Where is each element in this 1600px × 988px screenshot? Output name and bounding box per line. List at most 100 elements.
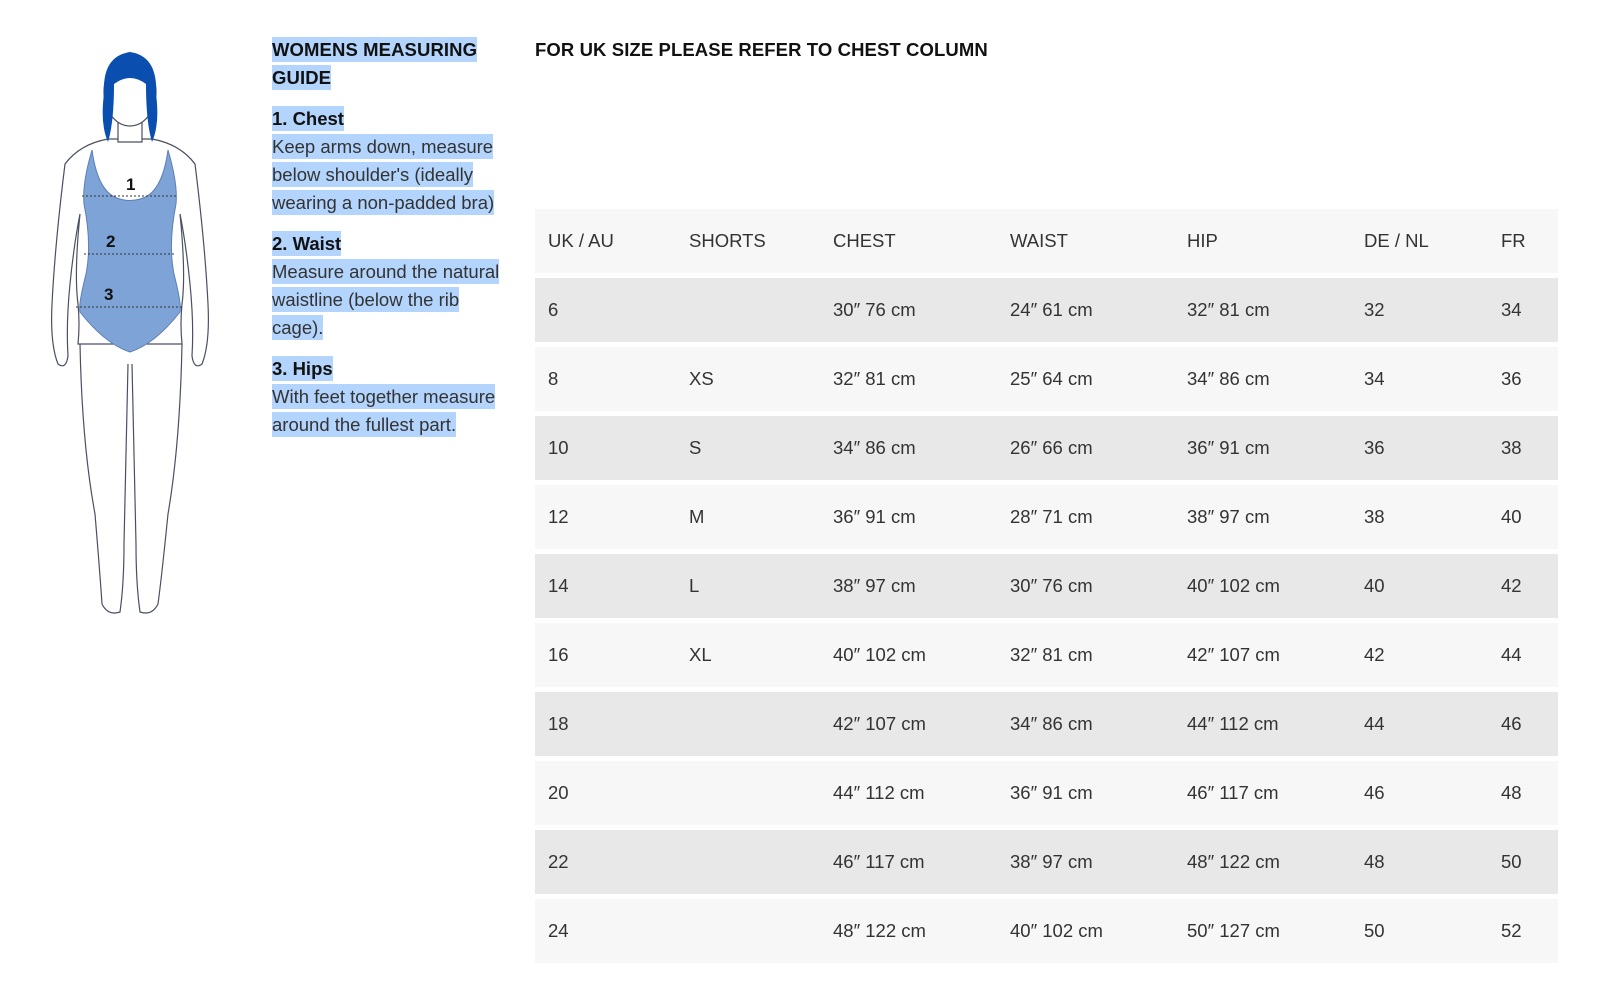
step-heading: 2. Waist (272, 231, 342, 256)
cell-hip: 50″ 127 cm (1187, 920, 1280, 941)
cell-fr: 44 (1501, 644, 1522, 665)
cell-waist: 30″ 76 cm (1010, 575, 1093, 596)
cell-uk-au: 8 (548, 368, 559, 389)
cell-uk-au: 24 (548, 920, 569, 941)
cell-shorts: XS (689, 368, 714, 389)
table-row: 18 42″ 107 cm 34″ 86 cm 44″ 112 cm 44 46 (535, 692, 1558, 756)
body-measurement-figure: 1 2 3 (40, 44, 220, 624)
cell-chest: 48″ 122 cm (833, 920, 926, 941)
cell-chest: 38″ 97 cm (833, 575, 916, 596)
cell-fr: 36 (1501, 368, 1522, 389)
header-uk-au: UK / AU (548, 230, 614, 251)
cell-fr: 40 (1501, 506, 1522, 527)
cell-waist: 38″ 97 cm (1010, 851, 1093, 872)
step-text: With feet together measure around the fu… (272, 384, 496, 437)
cell-uk-au: 16 (548, 644, 569, 665)
cell-de-nl: 44 (1364, 713, 1385, 734)
cell-hip: 36″ 91 cm (1187, 437, 1270, 458)
cell-waist: 26″ 66 cm (1010, 437, 1093, 458)
cell-hip: 48″ 122 cm (1187, 851, 1280, 872)
cell-chest: 42″ 107 cm (833, 713, 926, 734)
cell-waist: 36″ 91 cm (1010, 782, 1093, 803)
cell-fr: 34 (1501, 299, 1522, 320)
cell-fr: 50 (1501, 851, 1522, 872)
guide-title-text: WOMENS MEASURING GUIDE (272, 37, 478, 90)
table-row: 6 30″ 76 cm 24″ 61 cm 32″ 81 cm 32 34 (535, 278, 1558, 342)
cell-chest: 34″ 86 cm (833, 437, 916, 458)
table-row: 8 XS 32″ 81 cm 25″ 64 cm 34″ 86 cm 34 36 (535, 347, 1558, 411)
cell-uk-au: 22 (548, 851, 569, 872)
guide-step-hips: 3. Hips With feet together measure aroun… (272, 355, 502, 439)
cell-shorts: XL (689, 644, 712, 665)
cell-uk-au: 20 (548, 782, 569, 803)
cell-uk-au: 14 (548, 575, 569, 596)
table-row: 22 46″ 117 cm 38″ 97 cm 48″ 122 cm 48 50 (535, 830, 1558, 894)
cell-de-nl: 46 (1364, 782, 1385, 803)
cell-hip: 44″ 112 cm (1187, 713, 1279, 734)
measuring-guide: WOMENS MEASURING GUIDE 1. Chest Keep arm… (272, 36, 502, 452)
table-row: 20 44″ 112 cm 36″ 91 cm 46″ 117 cm 46 48 (535, 761, 1558, 825)
cell-de-nl: 36 (1364, 437, 1385, 458)
cell-de-nl: 48 (1364, 851, 1385, 872)
table-row: 10 S 34″ 86 cm 26″ 66 cm 36″ 91 cm 36 38 (535, 416, 1558, 480)
cell-hip: 38″ 97 cm (1187, 506, 1270, 527)
guide-step-chest: 1. Chest Keep arms down, measure below s… (272, 105, 502, 217)
table-row: 12 M 36″ 91 cm 28″ 71 cm 38″ 97 cm 38 40 (535, 485, 1558, 549)
hip-marker-label: 3 (104, 285, 113, 304)
cell-waist: 28″ 71 cm (1010, 506, 1093, 527)
step-heading: 1. Chest (272, 106, 344, 131)
table-row: 16 XL 40″ 102 cm 32″ 81 cm 42″ 107 cm 42… (535, 623, 1558, 687)
cell-de-nl: 40 (1364, 575, 1385, 596)
cell-de-nl: 32 (1364, 299, 1385, 320)
step-heading: 3. Hips (272, 356, 333, 381)
cell-chest: 46″ 117 cm (833, 851, 925, 872)
cell-hip: 32″ 81 cm (1187, 299, 1270, 320)
header-chest: CHEST (833, 230, 896, 251)
cell-de-nl: 34 (1364, 368, 1385, 389)
cell-waist: 40″ 102 cm (1010, 920, 1103, 941)
cell-chest: 36″ 91 cm (833, 506, 916, 527)
cell-de-nl: 50 (1364, 920, 1385, 941)
header-fr: FR (1501, 230, 1526, 251)
cell-waist: 25″ 64 cm (1010, 368, 1093, 389)
size-chart-table: UK / AU SHORTS CHEST WAIST HIP DE / NL F… (535, 209, 1558, 968)
cell-chest: 44″ 112 cm (833, 782, 925, 803)
cell-fr: 38 (1501, 437, 1522, 458)
table-row: 14 L 38″ 97 cm 30″ 76 cm 40″ 102 cm 40 4… (535, 554, 1558, 618)
chest-marker-label: 1 (126, 175, 135, 194)
cell-hip: 46″ 117 cm (1187, 782, 1279, 803)
cell-chest: 40″ 102 cm (833, 644, 926, 665)
cell-chest: 30″ 76 cm (833, 299, 916, 320)
cell-de-nl: 42 (1364, 644, 1385, 665)
cell-chest: 32″ 81 cm (833, 368, 916, 389)
step-text: Keep arms down, measure below shoulder's… (272, 134, 495, 215)
header-de-nl: DE / NL (1364, 230, 1429, 251)
cell-uk-au: 10 (548, 437, 569, 458)
female-body-illustration: 1 2 3 (51, 52, 209, 614)
uk-size-note: FOR UK SIZE PLEASE REFER TO CHEST COLUMN (535, 39, 988, 60)
table-header-row: UK / AU SHORTS CHEST WAIST HIP DE / NL F… (535, 209, 1558, 273)
header-shorts: SHORTS (689, 230, 766, 251)
cell-fr: 52 (1501, 920, 1522, 941)
cell-fr: 46 (1501, 713, 1522, 734)
cell-shorts: S (689, 437, 702, 458)
cell-de-nl: 38 (1364, 506, 1385, 527)
cell-waist: 32″ 81 cm (1010, 644, 1093, 665)
cell-shorts: L (689, 575, 700, 596)
cell-waist: 24″ 61 cm (1010, 299, 1093, 320)
guide-step-waist: 2. Waist Measure around the natural wais… (272, 230, 502, 342)
cell-fr: 48 (1501, 782, 1522, 803)
header-hip: HIP (1187, 230, 1218, 251)
guide-title: WOMENS MEASURING GUIDE (272, 36, 502, 92)
cell-uk-au: 12 (548, 506, 569, 527)
header-waist: WAIST (1010, 230, 1068, 251)
cell-hip: 40″ 102 cm (1187, 575, 1280, 596)
table-row: 24 48″ 122 cm 40″ 102 cm 50″ 127 cm 50 5… (535, 899, 1558, 963)
cell-waist: 34″ 86 cm (1010, 713, 1093, 734)
cell-uk-au: 18 (548, 713, 569, 734)
cell-shorts: M (689, 506, 705, 527)
cell-fr: 42 (1501, 575, 1522, 596)
cell-hip: 34″ 86 cm (1187, 368, 1270, 389)
cell-uk-au: 6 (548, 299, 559, 320)
waist-marker-label: 2 (106, 232, 115, 251)
